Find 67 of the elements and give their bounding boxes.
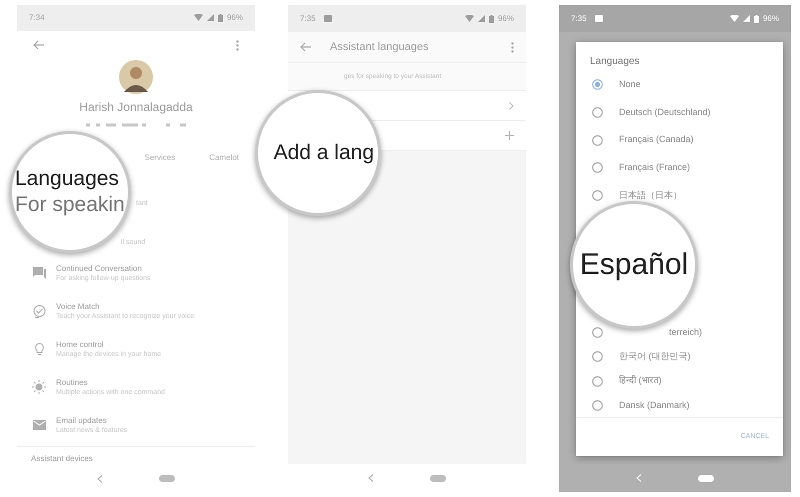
signal-icon [478, 15, 485, 22]
battery-icon [754, 14, 759, 22]
option-label[interactable]: Dansk (Danmark) [619, 398, 690, 412]
lightbulb-icon [34, 342, 44, 356]
battery-icon [218, 14, 223, 22]
home-button[interactable] [159, 475, 175, 482]
option-label[interactable]: Deutsch (Deutschland) [619, 106, 711, 120]
home-button[interactable] [430, 474, 446, 482]
clock: 7:35 [571, 12, 587, 24]
dialog-title: Languages [589, 55, 640, 69]
magnified-text: Add a lang [272, 140, 374, 166]
radio-button[interactable] [592, 162, 603, 174]
setting-title: Continued Conversation [56, 262, 143, 274]
clock: 7:35 [300, 12, 316, 24]
profile-name: Harish Jonnalagadda [79, 98, 193, 116]
radio-button[interactable] [592, 351, 603, 362]
option-label[interactable]: Français (Canada) [619, 133, 694, 147]
battery-icon [488, 14, 494, 22]
option-label[interactable]: हिन्दी (भारत) [619, 374, 662, 388]
option-label[interactable]: terreich) [669, 326, 702, 340]
magnified-text: For speakin [14, 192, 126, 218]
battery-level: 96% [762, 12, 779, 24]
setting-title: Voice Match [56, 300, 101, 312]
back-arrow-icon[interactable] [33, 40, 45, 50]
radio-button[interactable] [592, 134, 603, 146]
setting-title: Home control [56, 338, 105, 350]
radio-button[interactable] [592, 107, 603, 118]
battery-level: 96% [226, 12, 243, 24]
check-circle-icon [32, 304, 46, 318]
back-icon[interactable] [368, 474, 374, 482]
home-button[interactable] [698, 474, 714, 482]
battery-level: 96% [498, 12, 514, 24]
image-icon [324, 15, 332, 22]
chevron-right-icon [509, 102, 514, 110]
wifi-icon [464, 15, 474, 22]
tab[interactable]: Services [144, 152, 176, 164]
sun-icon [32, 380, 46, 394]
section-header: Assistant devices [30, 453, 94, 466]
setting-title: Email updates [56, 414, 108, 426]
plus-icon [505, 131, 514, 140]
option-label[interactable]: Français (France) [619, 161, 690, 175]
more-icon[interactable] [236, 40, 239, 51]
wifi-icon [194, 14, 203, 22]
radio-selected[interactable] [592, 79, 603, 90]
toolbar-title: Assistant languages [330, 40, 430, 55]
radio-button[interactable] [592, 400, 603, 411]
signal-icon [742, 15, 750, 22]
tab[interactable]: Camelot [209, 152, 239, 164]
magnified-text: Languages [14, 166, 120, 192]
signal-icon [206, 14, 214, 22]
avatar [119, 60, 153, 94]
clock: 7:34 [29, 12, 45, 24]
setting-title: Routines [56, 376, 89, 388]
back-icon[interactable] [97, 474, 103, 483]
envelope-icon [32, 420, 46, 430]
option-label[interactable]: 日本語（日本） [619, 188, 682, 202]
image-icon [594, 15, 603, 22]
radio-button[interactable] [592, 376, 603, 387]
wifi-icon [730, 15, 739, 22]
radio-button[interactable] [592, 327, 603, 338]
back-arrow-icon[interactable] [300, 42, 312, 52]
radio-button[interactable] [592, 190, 603, 202]
more-icon[interactable] [511, 42, 514, 52]
chat-icon [32, 267, 46, 280]
option-label[interactable]: 한국어 (대한민국) [619, 350, 690, 364]
magnified-text: Español [578, 247, 690, 284]
option-label[interactable]: None [619, 78, 641, 92]
